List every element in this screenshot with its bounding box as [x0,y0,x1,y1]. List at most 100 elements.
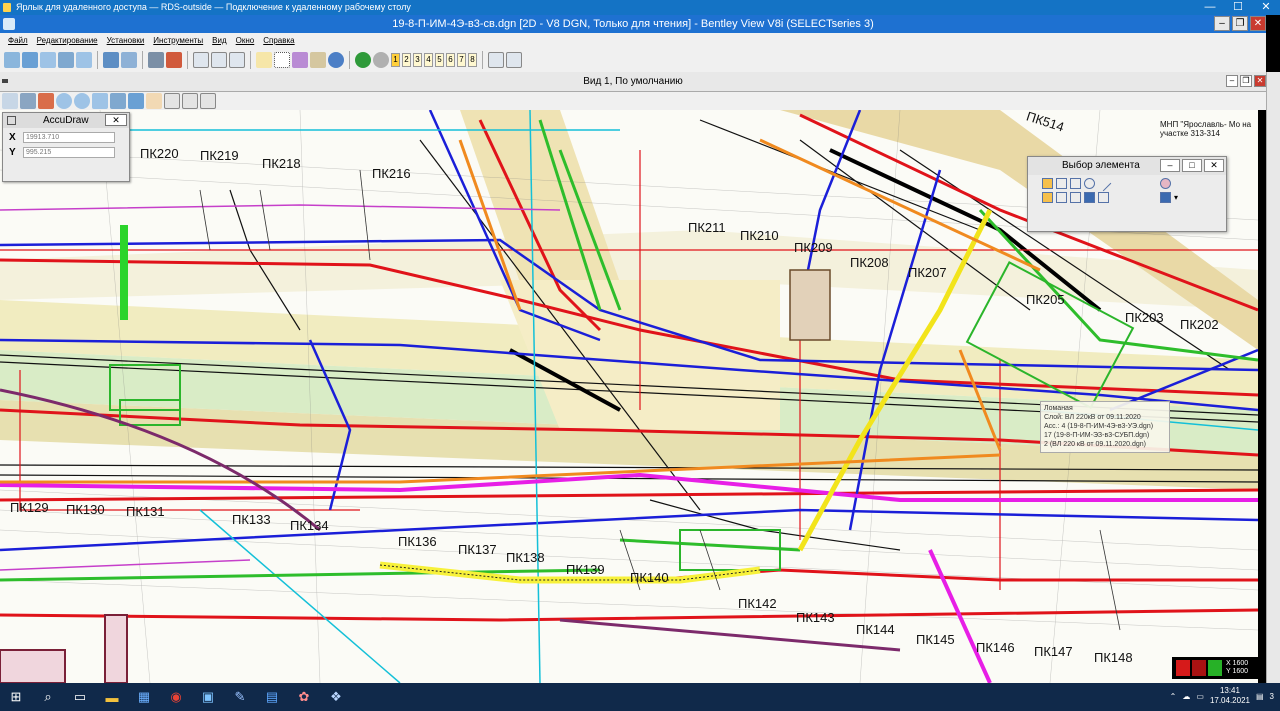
view-number-4[interactable]: 4 [424,53,433,67]
view-number-2[interactable]: 2 [402,53,411,67]
paint-icon[interactable]: ✿ [293,686,315,708]
forward-icon[interactable] [373,52,389,68]
snap-icon[interactable] [292,52,308,68]
clear-selection-icon[interactable] [1160,178,1171,189]
pk-label: ПК139 [566,562,605,577]
app-close-button[interactable]: ✕ [1250,16,1266,31]
y-coordinate-field[interactable]: 995.215 [23,147,115,158]
rds-minimize-button[interactable]: — [1196,0,1224,15]
update-icon[interactable] [38,93,54,109]
window-area-icon[interactable] [76,52,92,68]
copy-view-icon[interactable] [200,93,216,109]
chrome-icon[interactable]: ◉ [165,686,187,708]
view-number-5[interactable]: 5 [435,53,444,67]
select-all-icon[interactable] [1098,192,1109,203]
view-close-button[interactable]: ✕ [1254,75,1266,87]
view-display-icon[interactable] [2,93,18,109]
subtract-mode-icon[interactable] [1070,192,1081,203]
shape-select-icon[interactable] [1070,178,1081,189]
search-icon[interactable]: ⌕ [37,686,59,708]
binoculars-icon[interactable] [103,52,119,68]
brightness-icon[interactable] [20,93,36,109]
pointer-icon[interactable] [1160,192,1171,203]
menu-help[interactable]: Справка [263,33,294,48]
view-number-8[interactable]: 8 [468,53,477,67]
menu-settings[interactable]: Установки [107,33,145,48]
menu-view[interactable]: Вид [212,33,226,48]
zoom-in-icon[interactable] [56,93,72,109]
select-element-minimize-button[interactable]: ‒ [1160,159,1180,172]
select-element-maximize-button[interactable]: □ [1182,159,1202,172]
clock[interactable]: 13:41 17.04.2021 [1210,686,1250,706]
rotate-icon[interactable] [22,52,38,68]
menu-tools[interactable]: Инструменты [153,33,203,48]
app-minimize-button[interactable]: ‒ [1214,16,1230,31]
pan-icon[interactable] [4,52,20,68]
invert-mode-icon[interactable] [1084,192,1095,203]
tray-chevron-icon[interactable]: ⌃ [1170,692,1177,701]
new-mode-icon[interactable] [1042,192,1053,203]
window-icon[interactable] [211,52,227,68]
task-view-icon[interactable]: ▭ [69,686,91,708]
rotate-view-icon[interactable] [128,93,144,109]
view-number-6[interactable]: 6 [446,53,455,67]
x-coordinate-field[interactable]: 19913.710 [23,132,115,143]
windows-start-icon[interactable]: ⊞ [5,686,27,708]
file-explorer-icon[interactable]: ▬ [101,686,123,708]
select-arrow-icon[interactable] [256,52,272,68]
previous-view-icon[interactable] [164,93,180,109]
fit-view-icon[interactable] [110,93,126,109]
save-view-icon[interactable] [506,52,522,68]
main-toolbar: 1 2 3 4 5 6 7 8 [0,48,1266,72]
tooltip-line: Асс.: 4 (19-8-П-ИМ-4Э-в3-УЭ.dgn) [1044,423,1154,430]
block-select-icon[interactable] [1056,178,1067,189]
notification-icon[interactable]: ▤ [1256,692,1264,701]
view-number-7[interactable]: 7 [457,53,466,67]
rds-close-button[interactable]: ✕ [1252,0,1280,15]
zoom-out-icon[interactable] [74,93,90,109]
rdp-taskbar-icon[interactable]: ▤ [261,686,283,708]
rds-maximize-button[interactable]: ☐ [1224,0,1252,15]
menu-file[interactable]: Файл [8,33,28,48]
dropdown-arrow-icon[interactable]: ▾ [1174,192,1185,203]
remote-desktop-icon[interactable]: ▣ [197,686,219,708]
select-element-close-button[interactable]: ✕ [1204,159,1224,172]
individual-select-icon[interactable] [1042,178,1053,189]
right-scrollbar[interactable] [1266,72,1280,683]
view-number-3[interactable]: 3 [413,53,422,67]
menu-edit[interactable]: Редактирование [37,33,98,48]
rds-title-bar: Ярлык для удаленного доступа — RDS-outsi… [0,0,1280,15]
view-number-1[interactable]: 1 [391,53,400,67]
view-menu-icon[interactable] [2,79,8,83]
accudraw-close-button[interactable]: ✕ [105,114,127,126]
select-box-icon[interactable] [274,52,290,68]
cloud-icon[interactable]: ☁ [1182,692,1190,701]
element-info-icon[interactable] [310,52,326,68]
view-restore-button[interactable]: ❐ [1240,75,1252,87]
zoom-icon[interactable] [40,52,56,68]
status-green-icon [1208,660,1222,676]
network-icon[interactable]: ▭ [1196,692,1204,701]
bentley-icon[interactable]: ✎ [229,686,251,708]
calculator-icon[interactable]: ▦ [133,686,155,708]
pan-view-icon[interactable] [146,93,162,109]
window-area-icon[interactable] [92,93,108,109]
raster-icon[interactable] [166,52,182,68]
app-restore-button[interactable]: ❐ [1232,16,1248,31]
view-minimize-button[interactable]: ‒ [1226,75,1238,87]
view-icon[interactable] [193,52,209,68]
measure-icon[interactable] [121,52,137,68]
app-taskbar-icon[interactable]: ❖ [325,686,347,708]
fit-view-icon[interactable] [58,52,74,68]
menu-window[interactable]: Окно [236,33,255,48]
circle-select-icon[interactable] [1084,178,1095,189]
back-icon[interactable] [355,52,371,68]
next-view-icon[interactable] [182,93,198,109]
view-attributes-icon[interactable] [488,52,504,68]
view-window-title: Вид 1, По умолчанию ‒ ❐ ✕ [0,72,1266,92]
print-icon[interactable] [148,52,164,68]
cascade-icon[interactable] [229,52,245,68]
pk-label: ПК142 [738,596,777,611]
info-icon[interactable] [328,52,344,68]
add-mode-icon[interactable] [1056,192,1067,203]
